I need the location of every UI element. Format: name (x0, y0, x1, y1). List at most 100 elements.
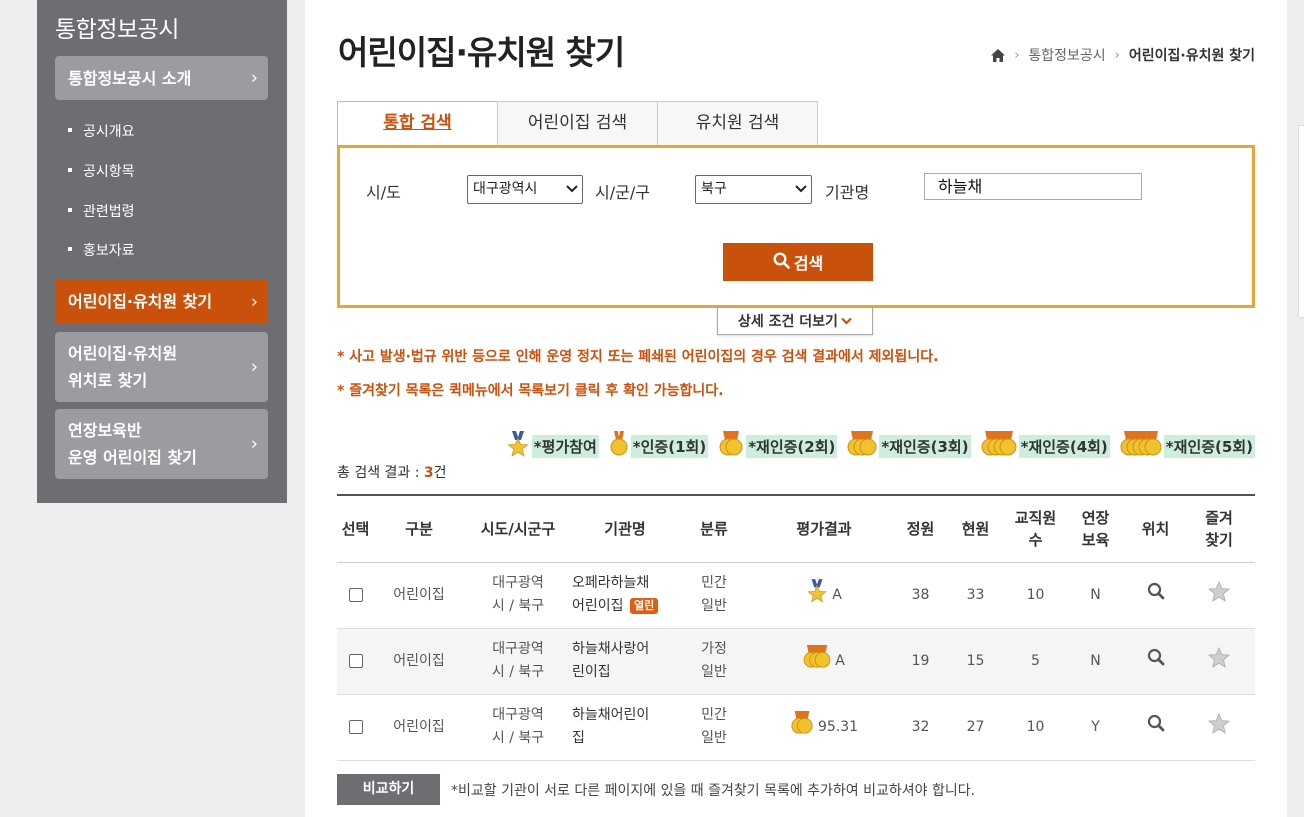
sidebar-item-extended[interactable]: 연장보육반 운영 어린이집 찾기 › (55, 409, 268, 479)
col-favorite: 즐겨 찾기 (1183, 494, 1255, 563)
col-extended: 연장 보육 (1063, 494, 1128, 563)
row-category-line1: 민간 (701, 575, 727, 591)
label-line-1: 연장보육반 (68, 421, 142, 440)
sidebar-sub-promo[interactable]: 홍보자료 (68, 240, 135, 260)
row-checkbox[interactable] (348, 587, 363, 602)
search-button[interactable]: 검색 (723, 243, 873, 281)
search-icon[interactable] (1147, 714, 1165, 736)
star-icon[interactable] (1207, 580, 1231, 606)
row-category: 민간 일반 (678, 694, 750, 761)
legend-label: *평가참여 (531, 434, 599, 458)
row-category: 민간 일반 (678, 562, 750, 629)
home-icon[interactable] (991, 48, 1006, 62)
row-favorite-cell (1183, 628, 1255, 695)
legend-item: *평가참여 (506, 431, 599, 461)
re-certification-2-icon (790, 711, 814, 743)
row-capacity: 19 (898, 628, 943, 695)
quick-menu-edge[interactable] (1298, 125, 1304, 318)
col-select: 선택 (337, 494, 374, 563)
row-region: 대구광역 시 / 북구 (464, 562, 572, 629)
tab-integrated[interactable]: 통합 검색 (337, 101, 498, 146)
re-certification-5-icon (1120, 431, 1162, 461)
sigungu-select[interactable]: 북구 (695, 175, 812, 204)
col-extended-line2: 보육 (1081, 530, 1110, 549)
chevron-right-icon: › (250, 433, 258, 455)
row-favorite-cell (1183, 694, 1255, 761)
sidebar-sub-items[interactable]: 공시항목 (68, 161, 135, 181)
compare-note: *비교할 기관이 서로 다른 페이지에 있을 때 즐겨찾기 목록에 추가하여 비… (451, 783, 976, 799)
row-region-line2: 시 / 북구 (491, 598, 545, 614)
legend-item: *재인증(3회) (847, 431, 971, 461)
certification-medal-icon (609, 431, 629, 461)
tab-kindergarten[interactable]: 유치원 검색 (657, 101, 818, 146)
row-select-cell (337, 562, 374, 629)
sidebar-sub-overview[interactable]: 공시개요 (68, 121, 135, 141)
sidebar: 통합정보공시 통합정보공시 소개 › 공시개요 공시항목 관련법령 홍보자료 어… (37, 0, 287, 503)
row-select-cell (337, 628, 374, 695)
search-icon[interactable] (1147, 582, 1165, 604)
row-category-line2: 일반 (701, 730, 727, 746)
row-name[interactable]: 오페라하늘채어린이집 열린 (572, 562, 678, 629)
breadcrumb-level1[interactable]: 통합정보공시 (1028, 45, 1105, 65)
row-name-line2[interactable]: 어린이집 (572, 598, 624, 614)
row-name-line2[interactable]: 집 (572, 730, 585, 746)
row-name-line2[interactable]: 린이집 (572, 664, 611, 680)
sido-select-value: 대구광역시 (473, 181, 538, 197)
legend-item: *재인증(4회) (981, 431, 1110, 461)
legend-label: *재인증(5회) (1163, 434, 1255, 458)
row-location-cell (1128, 628, 1183, 695)
row-staff: 5 (1008, 628, 1063, 695)
col-current: 현원 (943, 494, 1008, 563)
row-region-line2: 시 / 북구 (491, 730, 545, 746)
result-suffix: 건 (433, 465, 447, 481)
col-eval: 평가결과 (750, 494, 898, 563)
legend-item: *재인증(2회) (718, 431, 838, 461)
sido-select[interactable]: 대구광역시 (467, 175, 583, 204)
row-staff: 10 (1008, 562, 1063, 629)
tab-daycare[interactable]: 어린이집 검색 (497, 101, 658, 146)
more-conditions-button[interactable]: 상세 조건 더보기 (717, 307, 873, 335)
breadcrumb-separator: › (1014, 47, 1020, 63)
row-name-line1[interactable]: 오페라하늘채 (572, 575, 649, 591)
breadcrumb-separator: › (1114, 47, 1120, 63)
sidebar-sub-laws[interactable]: 관련법령 (68, 201, 135, 221)
row-name[interactable]: 하늘채사랑어린이집 (572, 628, 678, 695)
open-daycare-badge: 열린 (629, 598, 659, 614)
breadcrumb: › 통합정보공시 › 어린이집·유치원 찾기 (991, 45, 1255, 65)
row-category-line2: 일반 (701, 664, 727, 680)
row-extended: N (1063, 562, 1128, 629)
col-region: 시도/시군구 (464, 494, 572, 563)
sidebar-item-intro[interactable]: 통합정보공시 소개 › (55, 56, 268, 100)
search-tabs: 통합 검색 어린이집 검색 유치원 검색 (337, 101, 818, 146)
chevron-right-icon: › (250, 67, 258, 89)
evaluation-participation-icon (806, 579, 828, 611)
chevron-down-icon (795, 180, 807, 208)
compare-button[interactable]: 비교하기 (337, 774, 440, 805)
row-checkbox[interactable] (348, 653, 363, 668)
sidebar-item-label: 통합정보공시 소개 (68, 68, 192, 88)
row-type: 어린이집 (374, 694, 464, 761)
row-category-line1: 가정 (701, 641, 727, 657)
row-name-line1[interactable]: 하늘채사랑어 (572, 641, 649, 657)
star-icon[interactable] (1207, 646, 1231, 672)
sidebar-item-find[interactable]: 어린이집·유치원 찾기 › (55, 279, 268, 324)
col-staff: 교직원 수 (1008, 494, 1063, 563)
row-checkbox[interactable] (348, 719, 363, 734)
search-icon[interactable] (1147, 648, 1165, 670)
row-name-line1[interactable]: 하늘채어린이 (572, 707, 649, 723)
certification-legend: *평가참여 *인증(1회) *재인증(2회) *재인증(3회) *재인증(4회) (506, 431, 1255, 461)
notice-closure: * 사고 발생·법규 위반 등으로 인해 운영 정지 또는 폐쇄된 어린이집의 … (337, 349, 939, 365)
row-region-line1: 대구광역 (492, 641, 544, 657)
results-table: 선택 구분 시도/시군구 기관명 분류 평가결과 정원 현원 교직원 수 연장 보육… (337, 494, 1255, 761)
legend-label: *재인증(2회) (746, 434, 838, 458)
table-row: 어린이집 대구광역 시 / 북구 하늘채사랑어 린이집 가정 일반 A 19 15 5… (337, 628, 1255, 695)
row-select-cell (337, 694, 374, 761)
sidebar-item-location[interactable]: 어린이집·유치원 위치로 찾기 › (55, 332, 268, 402)
star-icon[interactable] (1207, 712, 1231, 738)
evaluation-participation-icon (506, 431, 530, 461)
name-input[interactable]: 하늘채 (924, 173, 1142, 200)
col-name: 기관명 (572, 494, 678, 563)
row-name[interactable]: 하늘채어린이집 (572, 694, 678, 761)
row-region: 대구광역 시 / 북구 (464, 694, 572, 761)
row-favorite-cell (1183, 562, 1255, 629)
